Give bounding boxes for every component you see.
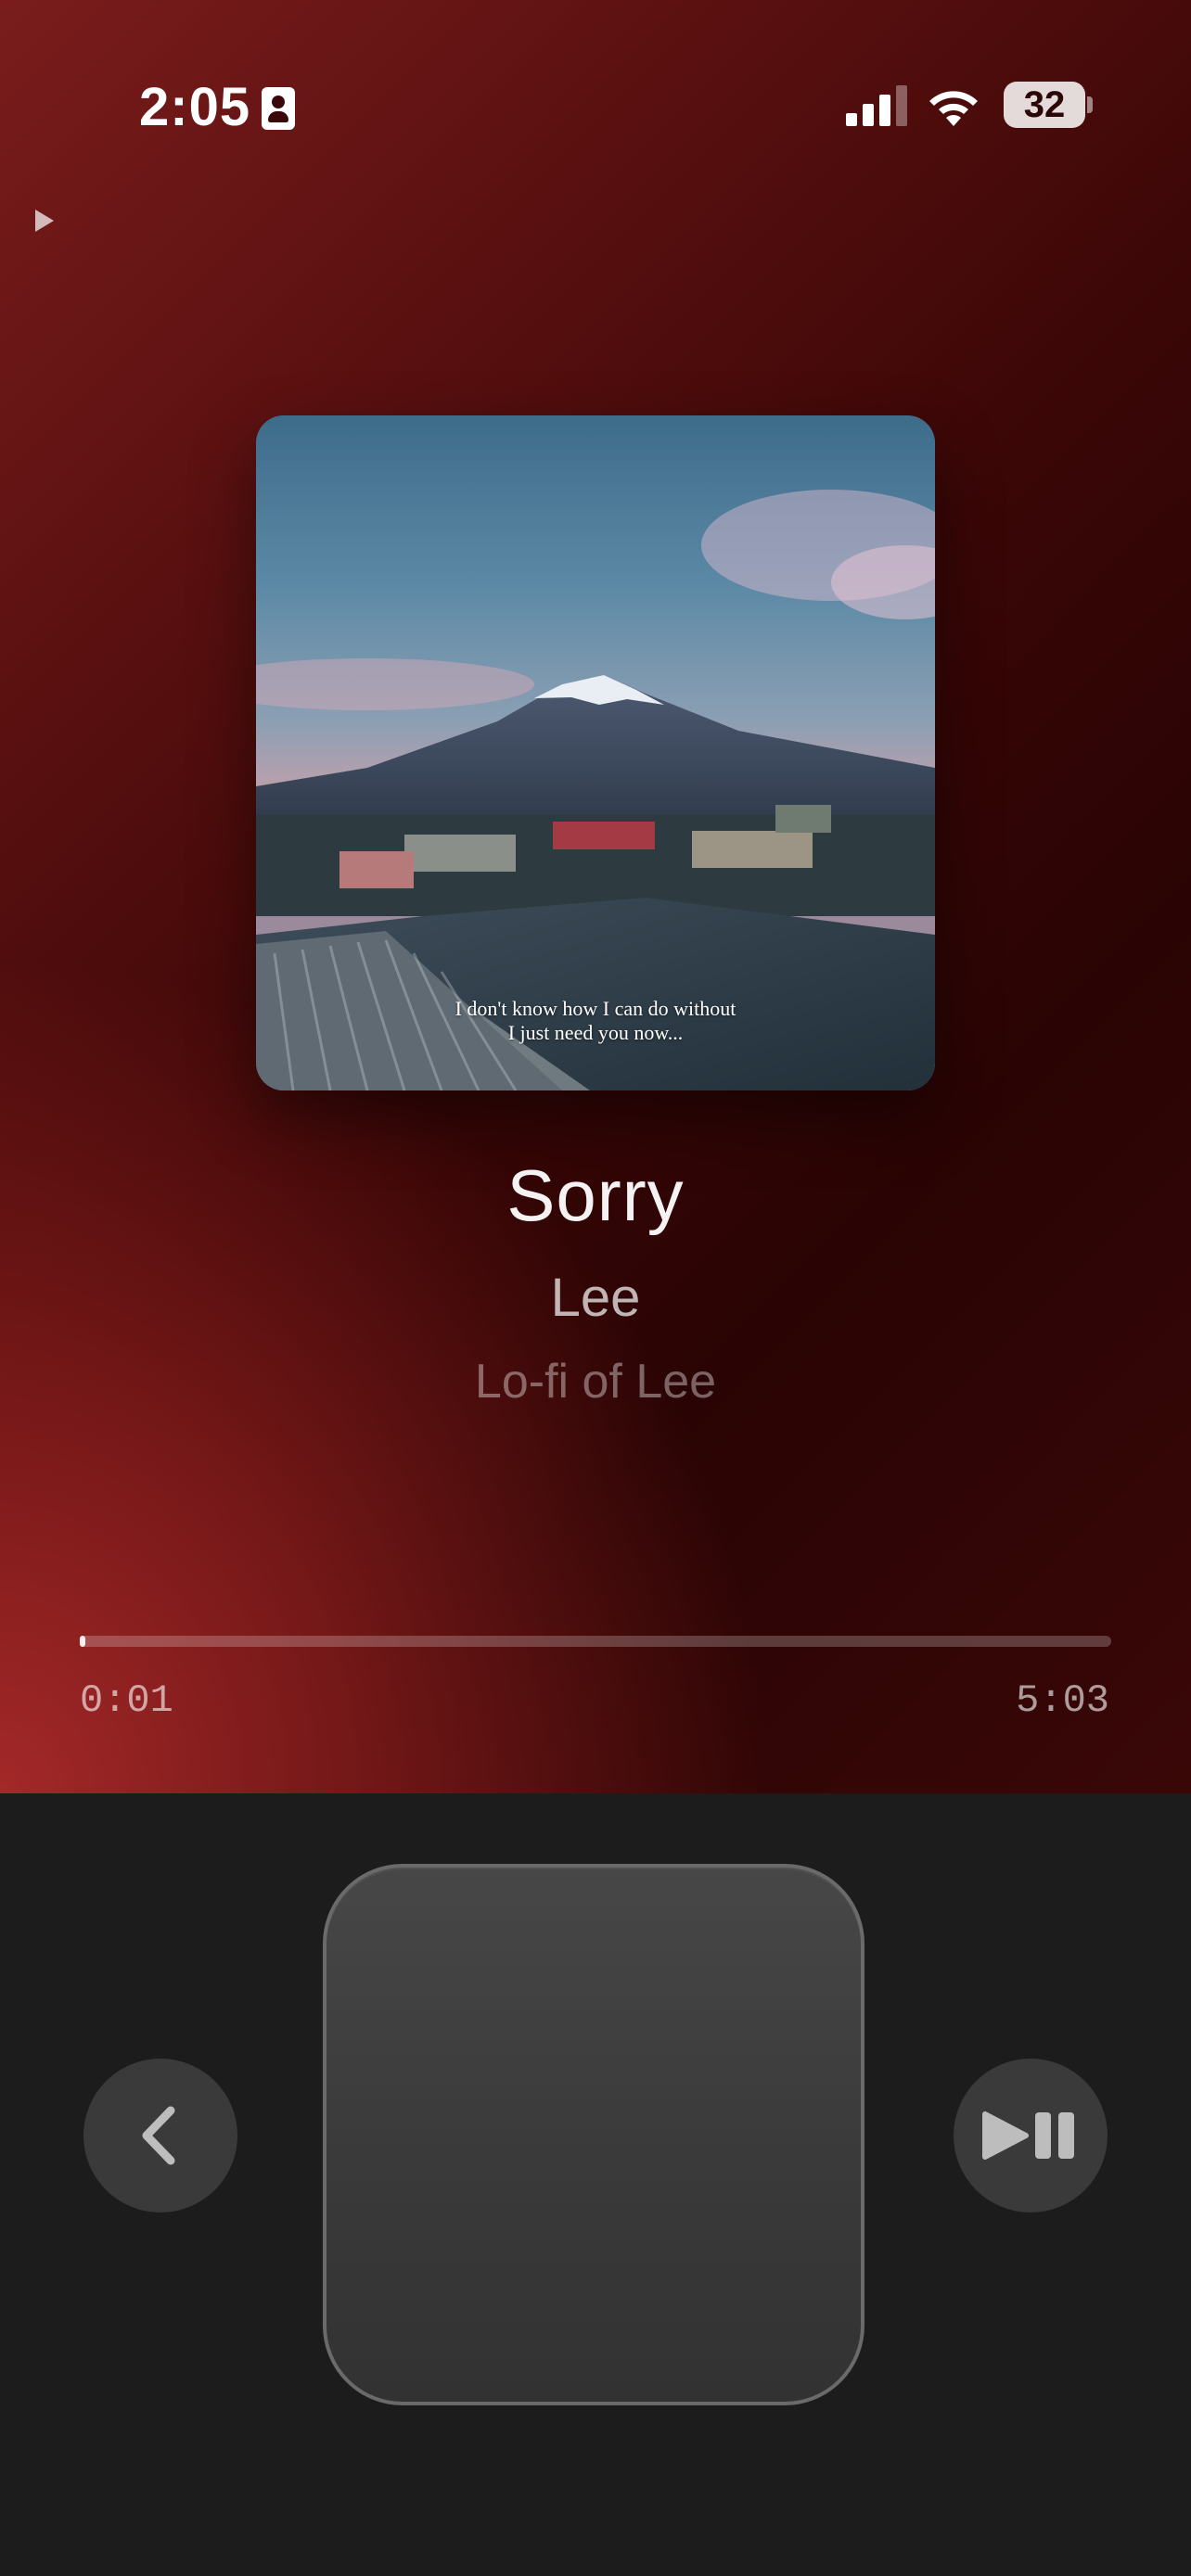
status-time: 2:05 (139, 77, 251, 137)
play-pause-icon (982, 2111, 1074, 2160)
battery-icon: 32 (1004, 82, 1085, 128)
chevron-left-icon (142, 2106, 175, 2165)
progress-fill (80, 1636, 85, 1647)
cellular-signal-icon (846, 85, 907, 126)
wifi-icon (929, 91, 978, 126)
battery-tip (1087, 96, 1093, 113)
elapsed-time: 0:01 (80, 1678, 173, 1723)
artwork-caption-line-2: I just need you now... (507, 1021, 684, 1044)
album-artwork: I don't know how I can do without I just… (256, 415, 935, 1090)
track-title: Sorry (506, 1154, 685, 1236)
duration-time: 5:03 (1016, 1678, 1109, 1723)
contact-card-icon (262, 87, 295, 130)
track-album: Lo-fi of Lee (474, 1355, 717, 1409)
artwork-scene (256, 415, 935, 1090)
track-artist: Lee (550, 1268, 641, 1328)
artwork-caption-line-1: I don't know how I can do without (455, 997, 736, 1020)
progress-bar[interactable] (80, 1636, 1111, 1647)
play-pause-button[interactable] (954, 2059, 1108, 2213)
play-icon[interactable] (35, 210, 54, 232)
now-playing-panel: 2:05 32 I don't know how I can do withou… (0, 0, 1191, 1793)
back-button[interactable] (83, 2059, 237, 2213)
click-wheel-pad[interactable] (323, 1864, 864, 2405)
